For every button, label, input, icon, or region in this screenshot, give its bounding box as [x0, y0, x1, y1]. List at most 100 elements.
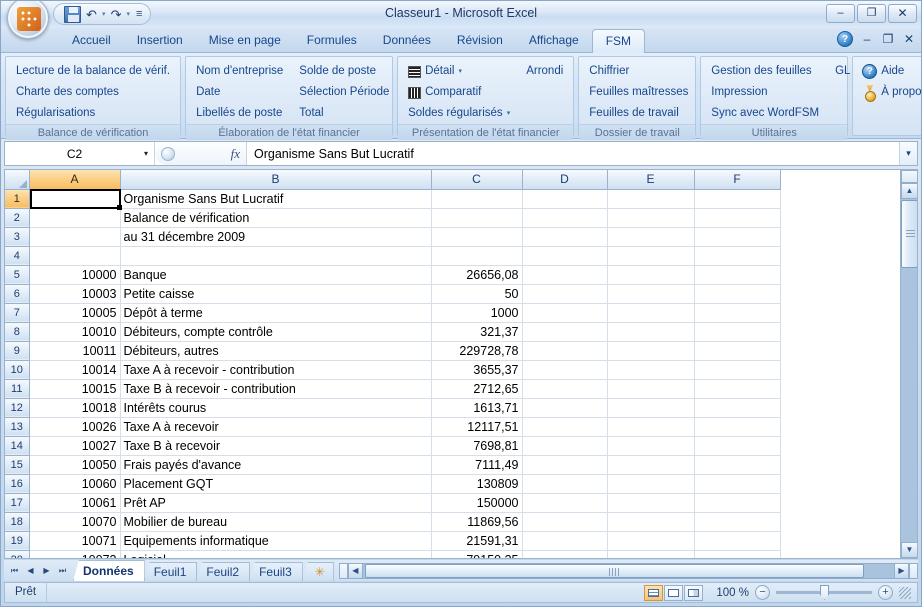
ribbon-tab-formules[interactable]: Formules — [294, 28, 370, 53]
cell-E17[interactable] — [607, 493, 695, 513]
row-header-4[interactable]: 4 — [5, 246, 30, 266]
cell-D19[interactable] — [522, 531, 608, 551]
horizontal-split-handle-right[interactable] — [909, 562, 918, 579]
cell-A17[interactable]: 10061 — [29, 493, 121, 513]
cell-C7[interactable]: 1000 — [431, 303, 523, 323]
cell-E18[interactable] — [607, 512, 695, 532]
cell-E8[interactable] — [607, 322, 695, 342]
ribbon-tab-affichage[interactable]: Affichage — [516, 28, 592, 53]
cell-D18[interactable] — [522, 512, 608, 532]
cell-D1[interactable] — [522, 189, 608, 209]
cell-F17[interactable] — [694, 493, 781, 513]
cell-C1[interactable] — [431, 189, 523, 209]
cell-B1[interactable]: Organisme Sans But Lucratif — [120, 189, 432, 209]
cell-E7[interactable] — [607, 303, 695, 323]
cell-E9[interactable] — [607, 341, 695, 361]
cell-D16[interactable] — [522, 474, 608, 494]
cell-C10[interactable]: 3655,37 — [431, 360, 523, 380]
row-header-8[interactable]: 8 — [5, 322, 30, 342]
cell-E11[interactable] — [607, 379, 695, 399]
cell-A6[interactable]: 10003 — [29, 284, 121, 304]
ribbon-tab-donn-es[interactable]: Données — [370, 28, 444, 53]
cell-F3[interactable] — [694, 227, 781, 247]
vertical-scroll-thumb[interactable] — [901, 200, 917, 268]
cell-A9[interactable]: 10011 — [29, 341, 121, 361]
ribbon-item-gl[interactable]: GL — [831, 61, 854, 82]
cell-A20[interactable]: 10072 — [29, 550, 121, 558]
cell-E14[interactable] — [607, 436, 695, 456]
cell-A3[interactable] — [29, 227, 121, 247]
nav-last-sheet-icon[interactable]: ⏭ — [55, 563, 70, 579]
cell-B9[interactable]: Débiteurs, autres — [120, 341, 432, 361]
row-header-5[interactable]: 5 — [5, 265, 30, 285]
ribbon-item-nom-d-entreprise[interactable]: Nom d'entreprise — [192, 61, 287, 82]
zoom-in-button[interactable]: + — [878, 585, 893, 600]
cell-F19[interactable] — [694, 531, 781, 551]
cell-C19[interactable]: 21591,31 — [431, 531, 523, 551]
horizontal-scroll-thumb[interactable] — [364, 563, 864, 578]
ribbon-item-gestion-des-feuilles[interactable]: Gestion des feuilles — [707, 61, 823, 82]
cell-B16[interactable]: Placement GQT — [120, 474, 432, 494]
minimize-button[interactable]: – — [826, 4, 855, 23]
cell-C13[interactable]: 12117,51 — [431, 417, 523, 437]
cell-C18[interactable]: 11869,56 — [431, 512, 523, 532]
ribbon-item-chiffrier[interactable]: Chiffrier — [585, 61, 692, 82]
cell-A18[interactable]: 10070 — [29, 512, 121, 532]
cell-D11[interactable] — [522, 379, 608, 399]
cell-C16[interactable]: 130809 — [431, 474, 523, 494]
cell-B17[interactable]: Prêt AP — [120, 493, 432, 513]
normal-view-button[interactable] — [644, 584, 663, 601]
row-header-1[interactable]: 1 — [5, 189, 30, 209]
row-header-7[interactable]: 7 — [5, 303, 30, 323]
cell-C8[interactable]: 321,37 — [431, 322, 523, 342]
column-header-A[interactable]: A — [29, 170, 121, 190]
cell-F5[interactable] — [694, 265, 781, 285]
ribbon-item-feuilles-de-travail[interactable]: Feuilles de travail — [585, 103, 692, 124]
horizontal-scrollbar[interactable]: ◀ ▶ — [338, 562, 918, 579]
cell-D20[interactable] — [522, 550, 608, 558]
vertical-scrollbar[interactable]: ▲ ▼ — [900, 170, 917, 558]
cell-E4[interactable] — [607, 246, 695, 266]
ribbon-item-total[interactable]: Total — [295, 103, 393, 124]
doc-restore-button[interactable]: ❐ — [881, 32, 895, 46]
chevron-down-icon[interactable]: ▾ — [507, 103, 511, 124]
cell-F18[interactable] — [694, 512, 781, 532]
row-header-12[interactable]: 12 — [5, 398, 30, 418]
ribbon-item-arrondi[interactable]: Arrondi — [522, 61, 567, 82]
cell-F2[interactable] — [694, 208, 781, 228]
sheet-tab-feuil1[interactable]: Feuil1 — [143, 562, 198, 581]
row-header-19[interactable]: 19 — [5, 531, 30, 551]
row-header-9[interactable]: 9 — [5, 341, 30, 361]
name-box-dropdown-icon[interactable]: ▾ — [144, 149, 148, 158]
row-header-16[interactable]: 16 — [5, 474, 30, 494]
cell-A15[interactable]: 10050 — [29, 455, 121, 475]
cell-F13[interactable] — [694, 417, 781, 437]
cell-F10[interactable] — [694, 360, 781, 380]
cell-F7[interactable] — [694, 303, 781, 323]
page-layout-view-button[interactable] — [664, 584, 683, 601]
ribbon-item-libell-s-de-poste[interactable]: Libellés de poste — [192, 103, 287, 124]
cell-F8[interactable] — [694, 322, 781, 342]
row-header-20[interactable]: 20 — [5, 550, 30, 558]
cell-B14[interactable]: Taxe B à recevoir — [120, 436, 432, 456]
column-header-D[interactable]: D — [522, 170, 608, 190]
cell-F14[interactable] — [694, 436, 781, 456]
cell-A7[interactable]: 10005 — [29, 303, 121, 323]
cell-B7[interactable]: Dépôt à terme — [120, 303, 432, 323]
cell-B4[interactable] — [120, 246, 432, 266]
row-header-18[interactable]: 18 — [5, 512, 30, 532]
cell-F12[interactable] — [694, 398, 781, 418]
cell-C6[interactable]: 50 — [431, 284, 523, 304]
cell-E10[interactable] — [607, 360, 695, 380]
cell-A8[interactable]: 10010 — [29, 322, 121, 342]
scroll-down-button[interactable]: ▼ — [901, 542, 917, 558]
zoom-out-button[interactable]: − — [755, 585, 770, 600]
cell-D15[interactable] — [522, 455, 608, 475]
ribbon-item-s-lection-p-riode[interactable]: Sélection Période — [295, 82, 393, 103]
cell-A12[interactable]: 10018 — [29, 398, 121, 418]
cell-D9[interactable] — [522, 341, 608, 361]
cell-C14[interactable]: 7698,81 — [431, 436, 523, 456]
cell-E1[interactable] — [607, 189, 695, 209]
cell-E5[interactable] — [607, 265, 695, 285]
insert-function-lens-icon[interactable] — [161, 146, 175, 161]
